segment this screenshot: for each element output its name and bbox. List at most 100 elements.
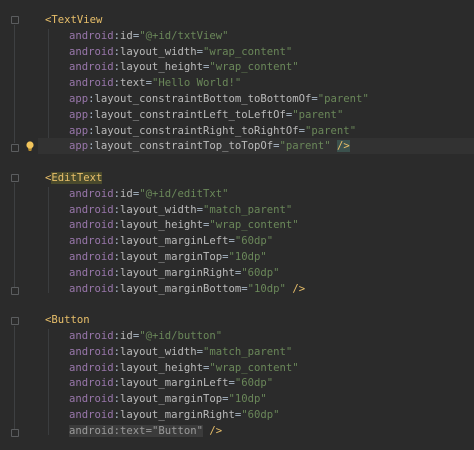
attribute-name: layout_constraintTop_toTopOf [94,140,274,153]
attribute-namespace: android [69,45,114,58]
attribute-value: parent [285,140,325,153]
attribute-value: parent [311,124,350,137]
attribute-namespace: app [69,124,89,137]
quote: " [215,330,223,342]
attribute-value: @+id/button [145,330,216,342]
quote: " [362,93,369,105]
attribute-namespace: android [69,345,114,358]
code-line[interactable]: android:layout_marginRight="60dp" [69,265,280,281]
attribute-namespace: app [69,140,89,153]
quote: " [266,235,274,248]
code-line[interactable]: android:layout_width="wrap_content" [69,44,292,60]
code-line[interactable]: android:id="@+id/editTxt" [69,186,229,202]
code-line[interactable]: android:layout_marginLeft="60dp" [69,233,273,249]
tag-self-close: /> [292,282,306,295]
attribute-name: layout_marginRight [120,266,235,279]
code-line[interactable]: app:layout_constraintBottom_toBottomOf="… [69,91,369,107]
fold-marker-icon[interactable] [11,144,19,152]
attribute-value: @+id/editTxt [145,187,223,200]
code-line[interactable]: android:layout_height="wrap_content" [69,217,299,233]
attribute-name: layout_constraintLeft_toLeftOf [94,108,286,121]
attribute-namespace: android [69,251,114,263]
attribute-namespace: android [69,282,114,295]
quote: " [273,266,280,279]
attribute-namespace: android [69,330,114,342]
code-line[interactable]: android:layout_width="match_parent" [69,202,292,218]
quote: " [234,77,242,90]
attribute-value: parent [298,108,337,121]
quote: " [349,124,357,137]
attribute-value: match_parent [209,345,286,358]
attribute-namespace: android [69,424,114,437]
attribute-name: id [120,187,133,200]
tag-self-close: /> [336,140,350,153]
lightbulb-icon[interactable] [24,140,36,152]
quote: " [285,45,293,58]
code-line[interactable]: android:layout_width="match_parent" [69,344,292,360]
code-line[interactable]: android:layout_height="wrap_content" [69,59,299,75]
attribute-name: layout_width [120,45,197,58]
quote: " [273,409,280,421]
code-line[interactable]: <Button [45,312,90,328]
code-line[interactable]: <TextView [45,12,102,28]
code-line[interactable]: android:id="@+id/txtView" [69,28,229,44]
code-line[interactable]: android:layout_marginBottom="10dp" /> [69,281,305,297]
attribute-name: layout_marginTop [120,251,223,263]
attribute-value: Button [158,424,197,437]
code-line[interactable]: android:layout_marginTop="10dp" [69,249,267,265]
code-line[interactable]: app:layout_constraintLeft_toLeftOf="pare… [69,107,343,123]
quote: " [222,29,229,42]
tag-name: EditText [51,172,103,184]
code-line[interactable]: android:layout_marginTop="10dp" [69,391,267,407]
fold-marker-icon[interactable] [11,429,19,437]
attribute-name: layout_constraintRight_toRightOf [94,124,299,137]
fold-marker-icon[interactable] [11,317,19,325]
fold-marker-icon[interactable] [11,287,19,295]
attribute-name: layout_height [120,61,203,74]
attribute-name: text [120,77,146,90]
attribute-namespace: android [69,235,114,248]
attribute-name: text [120,424,146,437]
quote: " [266,377,274,390]
quote: " [285,203,293,216]
attribute-name: layout_marginLeft [120,235,229,248]
attribute-name: layout_constraintBottom_toBottomOf [94,93,312,105]
editor-gutter [0,0,38,450]
attribute-name: layout_marginLeft [120,377,229,390]
indent-guide [48,29,49,151]
code-line[interactable]: android:layout_marginRight="60dp" [69,407,280,423]
quote: " [285,345,293,358]
code-line[interactable]: app:layout_constraintRight_toRightOf="pa… [69,123,356,139]
tag-name: TextView [51,14,103,26]
attribute-namespace: android [69,393,114,406]
quote: " [260,251,267,263]
attribute-value: match_parent [209,203,286,216]
code-line[interactable]: android:layout_marginLeft="60dp" [69,375,273,391]
fold-line [14,183,15,287]
attribute-value: 60dp [241,235,267,248]
attribute-value: parent [324,93,363,105]
code-line[interactable]: android:id="@+id/button" [69,328,222,344]
attribute-name: id [120,330,133,342]
attribute-value: @+id/txtView [145,29,223,42]
attribute-name: layout_width [120,345,197,358]
attribute-value: 60dp [247,266,274,279]
attribute-value: 10dp [234,251,261,263]
fold-marker-icon[interactable] [11,16,19,24]
attribute-name: layout_height [120,219,203,232]
quote: " [292,61,299,74]
attribute-value: 10dp [254,282,280,295]
equals-sign: = [145,424,152,437]
code-line[interactable]: <EditText [45,170,103,186]
code-line[interactable]: android:text="Hello World!" [69,75,241,91]
code-line[interactable]: android:layout_height="wrap_content" [69,360,299,376]
attribute-namespace: android [69,29,114,42]
code-line[interactable]: app:layout_constraintTop_toTopOf="parent… [69,138,350,154]
code-line[interactable]: android:text="Button" /> [69,423,222,439]
attribute-namespace: android [69,187,114,200]
indent-guide [48,329,49,435]
attribute-value: 60dp [247,409,274,421]
fold-marker-icon[interactable] [11,174,19,182]
attribute-name: layout_marginRight [120,409,235,421]
